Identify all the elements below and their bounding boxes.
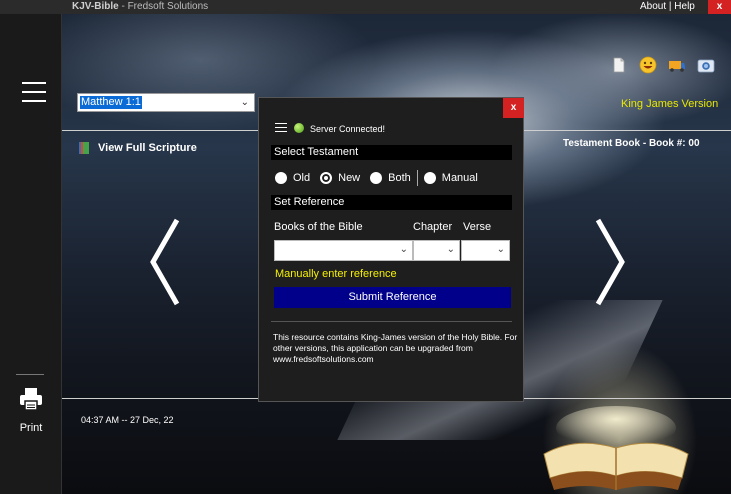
content-divider-bottom xyxy=(62,398,258,399)
testament-info: Testament Book - Book #: 00 xyxy=(563,138,700,149)
content-divider-top xyxy=(62,130,274,131)
print-label[interactable]: Print xyxy=(0,422,62,434)
left-sidebar: Print xyxy=(0,14,62,494)
chevron-down-icon: ⌄ xyxy=(496,244,505,255)
radio-new[interactable]: New xyxy=(320,172,360,184)
set-reference-header: Set Reference xyxy=(271,195,512,210)
chevron-right-icon[interactable] xyxy=(594,218,628,306)
chapter-label: Chapter xyxy=(413,221,453,233)
radio-circle xyxy=(275,172,287,184)
radio-manual[interactable]: Manual xyxy=(423,172,478,184)
radio-circle-selected xyxy=(320,172,333,184)
reference-select[interactable]: Matthew 1:1 ⌄ xyxy=(77,93,255,112)
chevron-left-icon[interactable] xyxy=(147,218,181,306)
books-label: Books of the Bible xyxy=(274,221,363,233)
chapter-select[interactable]: ⌄ xyxy=(413,240,460,261)
verse-label: Verse xyxy=(463,221,492,233)
cart-icon[interactable] xyxy=(668,56,686,74)
reference-dialog: x Server Connected! Select Testament Old… xyxy=(258,97,524,402)
radio-both-label: Both xyxy=(388,172,411,184)
datetime-label: 04:37 AM -- 27 Dec, 22 xyxy=(81,415,174,425)
dialog-close-button[interactable]: x xyxy=(503,98,524,118)
verse-select[interactable]: ⌄ xyxy=(461,240,510,261)
book-select[interactable]: ⌄ xyxy=(274,240,413,261)
chevron-down-icon: ⌄ xyxy=(446,244,455,255)
open-book-icon xyxy=(543,406,689,490)
manual-reference-link[interactable]: Manually enter reference xyxy=(275,268,397,280)
hamburger-icon[interactable] xyxy=(22,82,46,102)
sidebar-divider xyxy=(16,374,44,375)
testament-radio-group: Old New Both Manual xyxy=(275,170,488,186)
submit-reference-button[interactable]: Submit Reference xyxy=(274,287,511,308)
radio-old[interactable]: Old xyxy=(275,172,310,184)
content-divider-top-right xyxy=(524,130,731,131)
app-name: KJV-Bible xyxy=(72,1,119,12)
reference-value: Matthew 1:1 xyxy=(80,96,142,109)
book-icon xyxy=(79,142,89,154)
view-full-label: View Full Scripture xyxy=(98,142,197,154)
document-icon[interactable] xyxy=(610,56,628,74)
app-subtitle: - Fredsoft Solutions xyxy=(121,1,209,12)
camera-icon[interactable] xyxy=(697,56,715,74)
about-help-links[interactable]: About | Help xyxy=(640,0,695,14)
server-status: Server Connected! xyxy=(310,124,386,134)
toolbar-icons xyxy=(610,56,715,74)
radio-new-label: New xyxy=(338,172,361,184)
radio-separator xyxy=(416,170,418,186)
dialog-divider xyxy=(271,321,512,322)
status-dot-icon xyxy=(294,123,304,133)
info-text: This resource contains King-James versio… xyxy=(273,332,518,364)
version-label: King James Version xyxy=(621,98,719,110)
radio-circle xyxy=(423,172,436,184)
window-close-button[interactable]: x xyxy=(708,0,731,14)
view-full-scripture[interactable]: View Full Scripture xyxy=(77,141,197,155)
radio-circle xyxy=(370,172,383,184)
radio-both[interactable]: Both xyxy=(370,172,411,184)
printer-icon[interactable] xyxy=(18,386,44,412)
select-testament-header: Select Testament xyxy=(271,145,512,160)
radio-old-label: Old xyxy=(293,172,311,184)
chevron-down-icon: ⌄ xyxy=(399,244,408,255)
smiley-icon[interactable] xyxy=(639,56,657,74)
app-title: KJV-Bible - Fredsoft Solutions xyxy=(72,0,208,14)
content-divider-bottom-right xyxy=(524,398,731,399)
title-bar: KJV-Bible - Fredsoft Solutions About | H… xyxy=(0,0,731,14)
radio-manual-label: Manual xyxy=(441,172,478,184)
chevron-down-icon: ⌄ xyxy=(240,97,249,108)
menu-icon[interactable] xyxy=(275,123,287,133)
